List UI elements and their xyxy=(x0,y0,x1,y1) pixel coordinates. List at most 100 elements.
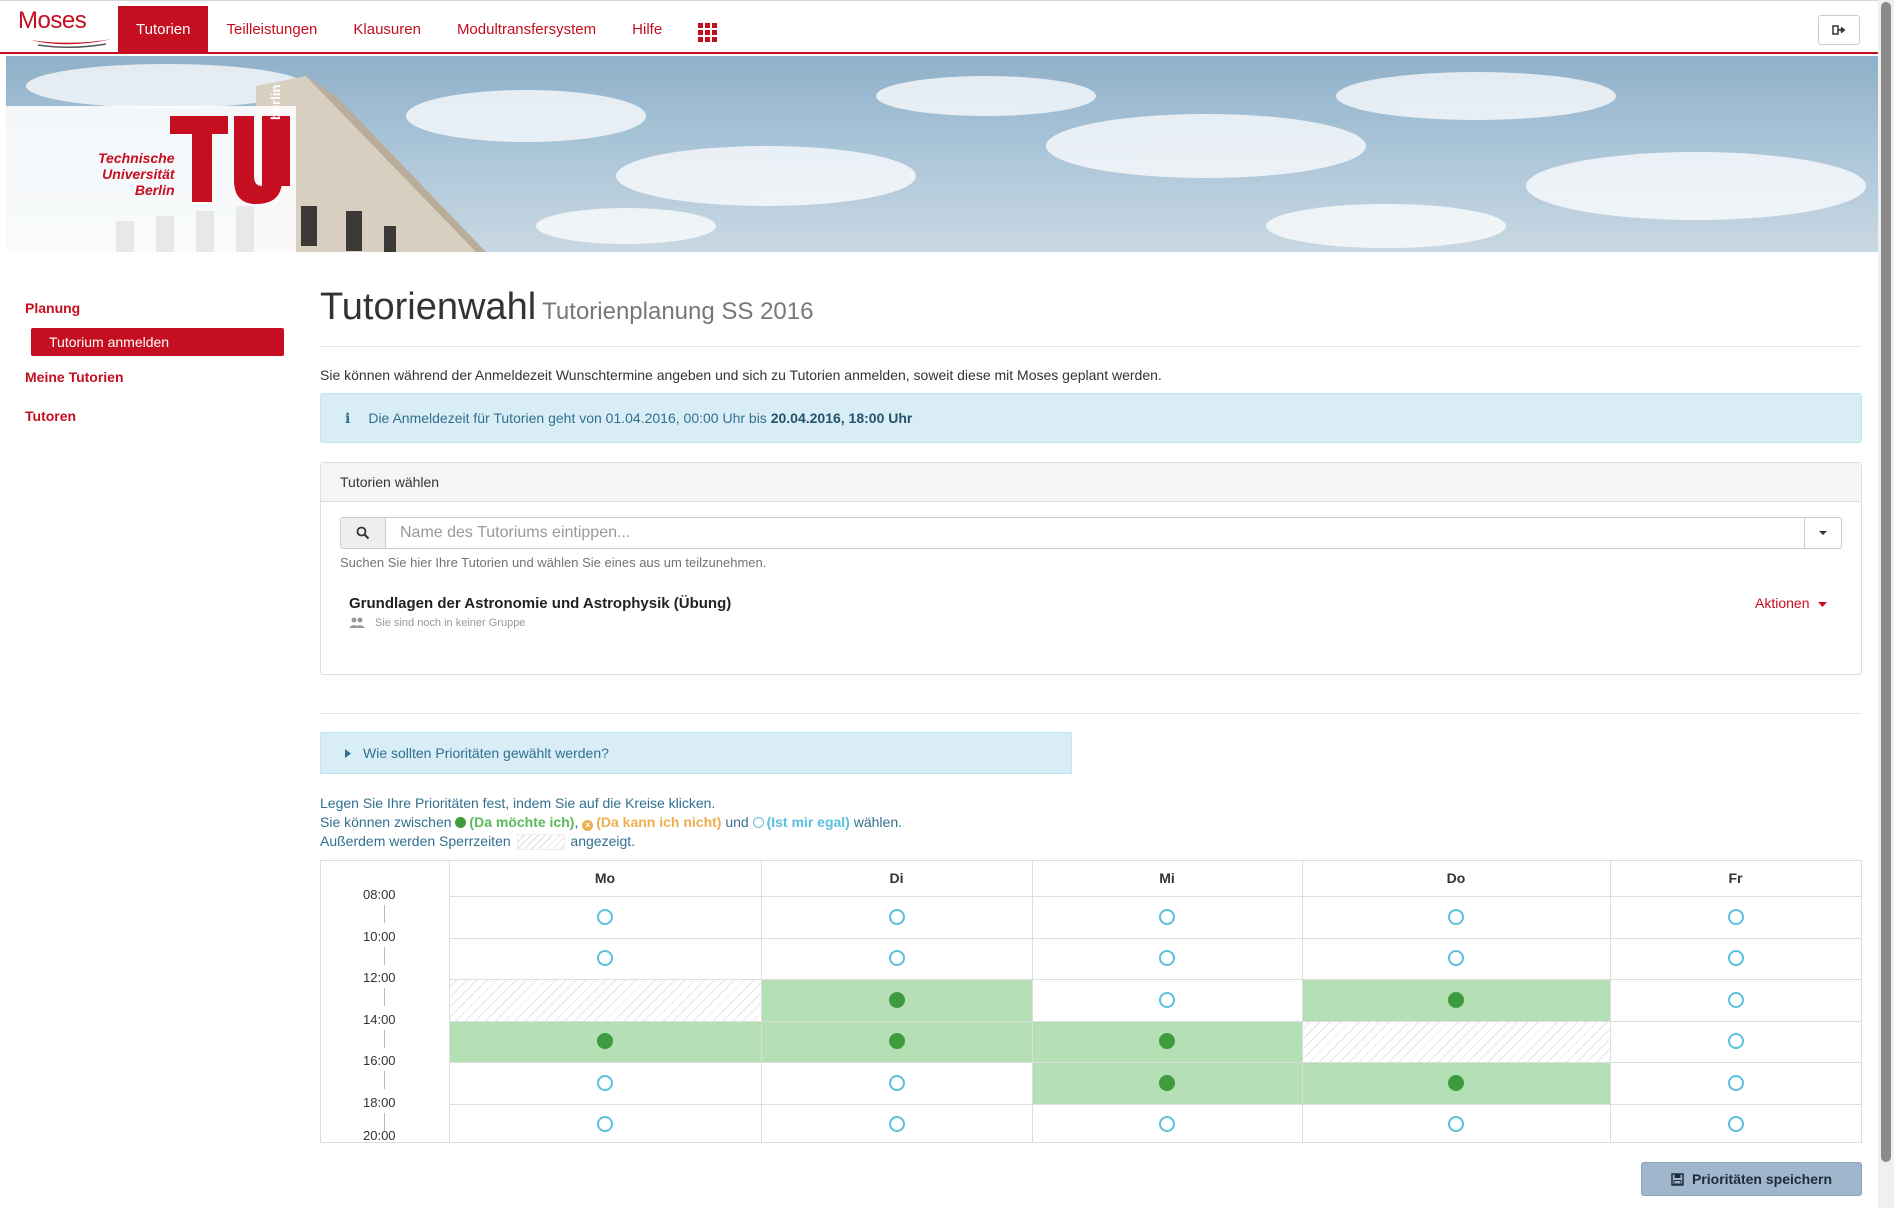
priority-indifferent-circle[interactable] xyxy=(1448,950,1464,967)
time-tick xyxy=(384,946,385,965)
intro-text: Sie können während der Anmeldezeit Wunsc… xyxy=(320,367,1162,383)
page-subtitle: Tutorienplanung SS 2016 xyxy=(542,298,814,325)
priority-indifferent-circle[interactable] xyxy=(597,908,613,925)
sidebar-item-tutorium-anmelden[interactable]: Tutorium anmelden xyxy=(31,328,284,356)
schedule-row-divider xyxy=(449,1020,1861,1022)
priority-indifferent-circle[interactable] xyxy=(888,950,905,967)
priority-wanted-circle[interactable] xyxy=(888,991,905,1008)
course-group-status: Sie sind noch in keiner Gruppe xyxy=(349,617,525,629)
save-button-label: Prioritäten speichern xyxy=(1691,1171,1833,1187)
priority-help-collapse[interactable]: Wie sollten Prioritäten gewählt werden? xyxy=(320,732,1072,774)
priority-wanted-circle[interactable] xyxy=(888,1033,905,1050)
sign-out-icon xyxy=(1832,25,1846,35)
search-dropdown-toggle[interactable] xyxy=(1804,518,1841,548)
priority-wanted-circle[interactable] xyxy=(1448,1074,1464,1091)
legend-line-2: Sie können zwischen (Da möchte ich), × (D… xyxy=(320,814,902,831)
title-divider xyxy=(320,346,1862,347)
nav-klausuren[interactable]: Klausuren xyxy=(335,6,439,53)
search-icon xyxy=(356,526,370,540)
course-status-text: Sie sind noch in keiner Gruppe xyxy=(375,617,526,629)
time-label: 20:00 xyxy=(363,1128,396,1143)
priority-indifferent-circle[interactable] xyxy=(1727,1116,1744,1133)
priority-indifferent-circle[interactable] xyxy=(597,1116,613,1133)
legend-wanted: (Da möchte ich) xyxy=(455,814,574,830)
tu-logo-icon xyxy=(170,116,290,204)
nav-teilleistungen[interactable]: Teilleistungen xyxy=(208,6,335,53)
search-help-text: Suchen Sie hier Ihre Tutorien und wählen… xyxy=(340,555,767,570)
schedule-cell-blocked xyxy=(449,979,761,1021)
logout-button[interactable] xyxy=(1818,15,1860,45)
priority-wanted-circle[interactable] xyxy=(1159,1074,1175,1091)
schedule-row-divider xyxy=(449,1062,1861,1063)
priority-indifferent-circle[interactable] xyxy=(888,1074,905,1091)
legend-indifferent: (Ist mir egal) xyxy=(752,814,850,830)
caret-right-icon xyxy=(345,749,351,758)
nav-tutorien[interactable]: Tutorien xyxy=(118,6,209,53)
legend-line-1: Legen Sie Ihre Prioritäten fest, indem S… xyxy=(320,795,716,811)
priority-indifferent-circle[interactable] xyxy=(1448,1116,1464,1133)
priority-indifferent-circle[interactable] xyxy=(1159,991,1175,1008)
x-circle-icon: × xyxy=(582,820,594,831)
day-header-do: Do xyxy=(1446,870,1466,886)
priority-indifferent-circle[interactable] xyxy=(1727,991,1744,1008)
time-tick xyxy=(384,988,385,1006)
registration-period-alert: i Die Anmeldezeit für Tutorien geht von 0… xyxy=(320,393,1862,443)
day-header-fr: Fr xyxy=(1728,870,1743,886)
logo-text: Moses xyxy=(18,7,87,34)
page-title: Tutorienwahl Tutorienplanung SS 2016 xyxy=(320,286,813,329)
priority-indifferent-circle[interactable] xyxy=(1448,908,1464,925)
priority-indifferent-circle[interactable] xyxy=(888,908,905,925)
schedule-row-divider xyxy=(449,937,1861,939)
save-priorities-button[interactable]: Prioritäten speichern xyxy=(1641,1162,1862,1196)
priority-indifferent-circle[interactable] xyxy=(597,950,613,967)
priority-indifferent-circle[interactable] xyxy=(597,1074,613,1091)
day-header-mi: Mi xyxy=(1159,870,1175,886)
sidebar-item-meine-tutorien[interactable]: Meine Tutorien xyxy=(25,369,124,385)
nav-hilfe[interactable]: Hilfe xyxy=(614,6,680,53)
empty-circle-icon xyxy=(752,817,764,828)
logo-swoosh-icon xyxy=(30,39,112,49)
priority-schedule: Mo Di Mi Do Fr 08:00 10:00 12:00 14:00 16:00 18:00… xyxy=(320,860,1862,1143)
scrollbar-thumb[interactable] xyxy=(1881,2,1891,1162)
sidebar-item-tutoren[interactable]: Tutoren xyxy=(25,408,76,424)
time-tick xyxy=(384,1029,385,1048)
priority-indifferent-circle[interactable] xyxy=(1727,1033,1744,1050)
time-label: 14:00 xyxy=(363,1011,396,1027)
alert-deadline: 20.04.2016, 18:00 Uhr xyxy=(770,410,913,426)
schedule-column-divider xyxy=(1610,861,1611,1142)
priority-wanted-circle[interactable] xyxy=(1448,991,1464,1008)
tu-name: Technische Universität Berlin xyxy=(98,150,175,198)
page-scrollbar[interactable] xyxy=(1878,0,1894,1208)
priority-indifferent-circle[interactable] xyxy=(1159,1116,1175,1133)
apps-menu-button[interactable] xyxy=(680,6,735,53)
time-label: 12:00 xyxy=(363,970,396,985)
time-tick xyxy=(384,1071,385,1089)
actions-dropdown[interactable]: Aktionen xyxy=(1755,595,1828,611)
priority-indifferent-circle[interactable] xyxy=(1727,1074,1744,1091)
search-group xyxy=(340,517,1842,549)
schedule-column-divider xyxy=(449,861,450,1142)
time-tick xyxy=(384,905,385,923)
sidebar-item-planung[interactable]: Planung xyxy=(25,300,80,316)
top-navbar: Moses Tutorien Teilleistungen Klausuren … xyxy=(0,0,1878,54)
header-banner: berlin Technische Universität Berlin xyxy=(6,56,1878,252)
course-title: Grundlagen der Astronomie und Astrophysi… xyxy=(349,595,732,612)
panel-heading: Tutorien wählen xyxy=(321,463,1861,502)
priority-indifferent-circle[interactable] xyxy=(1159,908,1175,925)
day-header-mo: Mo xyxy=(594,870,616,886)
priority-indifferent-circle[interactable] xyxy=(1159,950,1175,967)
caret-down-icon xyxy=(1819,531,1827,535)
nav-modultransfersystem[interactable]: Modultransfersystem xyxy=(439,6,614,53)
section-divider xyxy=(320,713,1862,714)
tu-vertical-label: berlin xyxy=(268,84,283,120)
legend-line-3: Außerdem werden Sperrzeiten angezeigt. xyxy=(320,833,636,851)
priority-indifferent-circle[interactable] xyxy=(1727,908,1744,925)
tutorial-selection-panel: Tutorien wählen Suchen Sie hier Ihre Tut… xyxy=(320,462,1862,675)
priority-legend: Legen Sie Ihre Prioritäten fest, indem S… xyxy=(320,794,902,851)
tutorial-search-input[interactable] xyxy=(386,518,1804,548)
priority-indifferent-circle[interactable] xyxy=(1727,950,1744,967)
priority-indifferent-circle[interactable] xyxy=(888,1116,905,1133)
moses-logo[interactable]: Moses xyxy=(18,7,112,49)
time-label: 08:00 xyxy=(363,887,396,902)
users-icon xyxy=(349,617,365,628)
